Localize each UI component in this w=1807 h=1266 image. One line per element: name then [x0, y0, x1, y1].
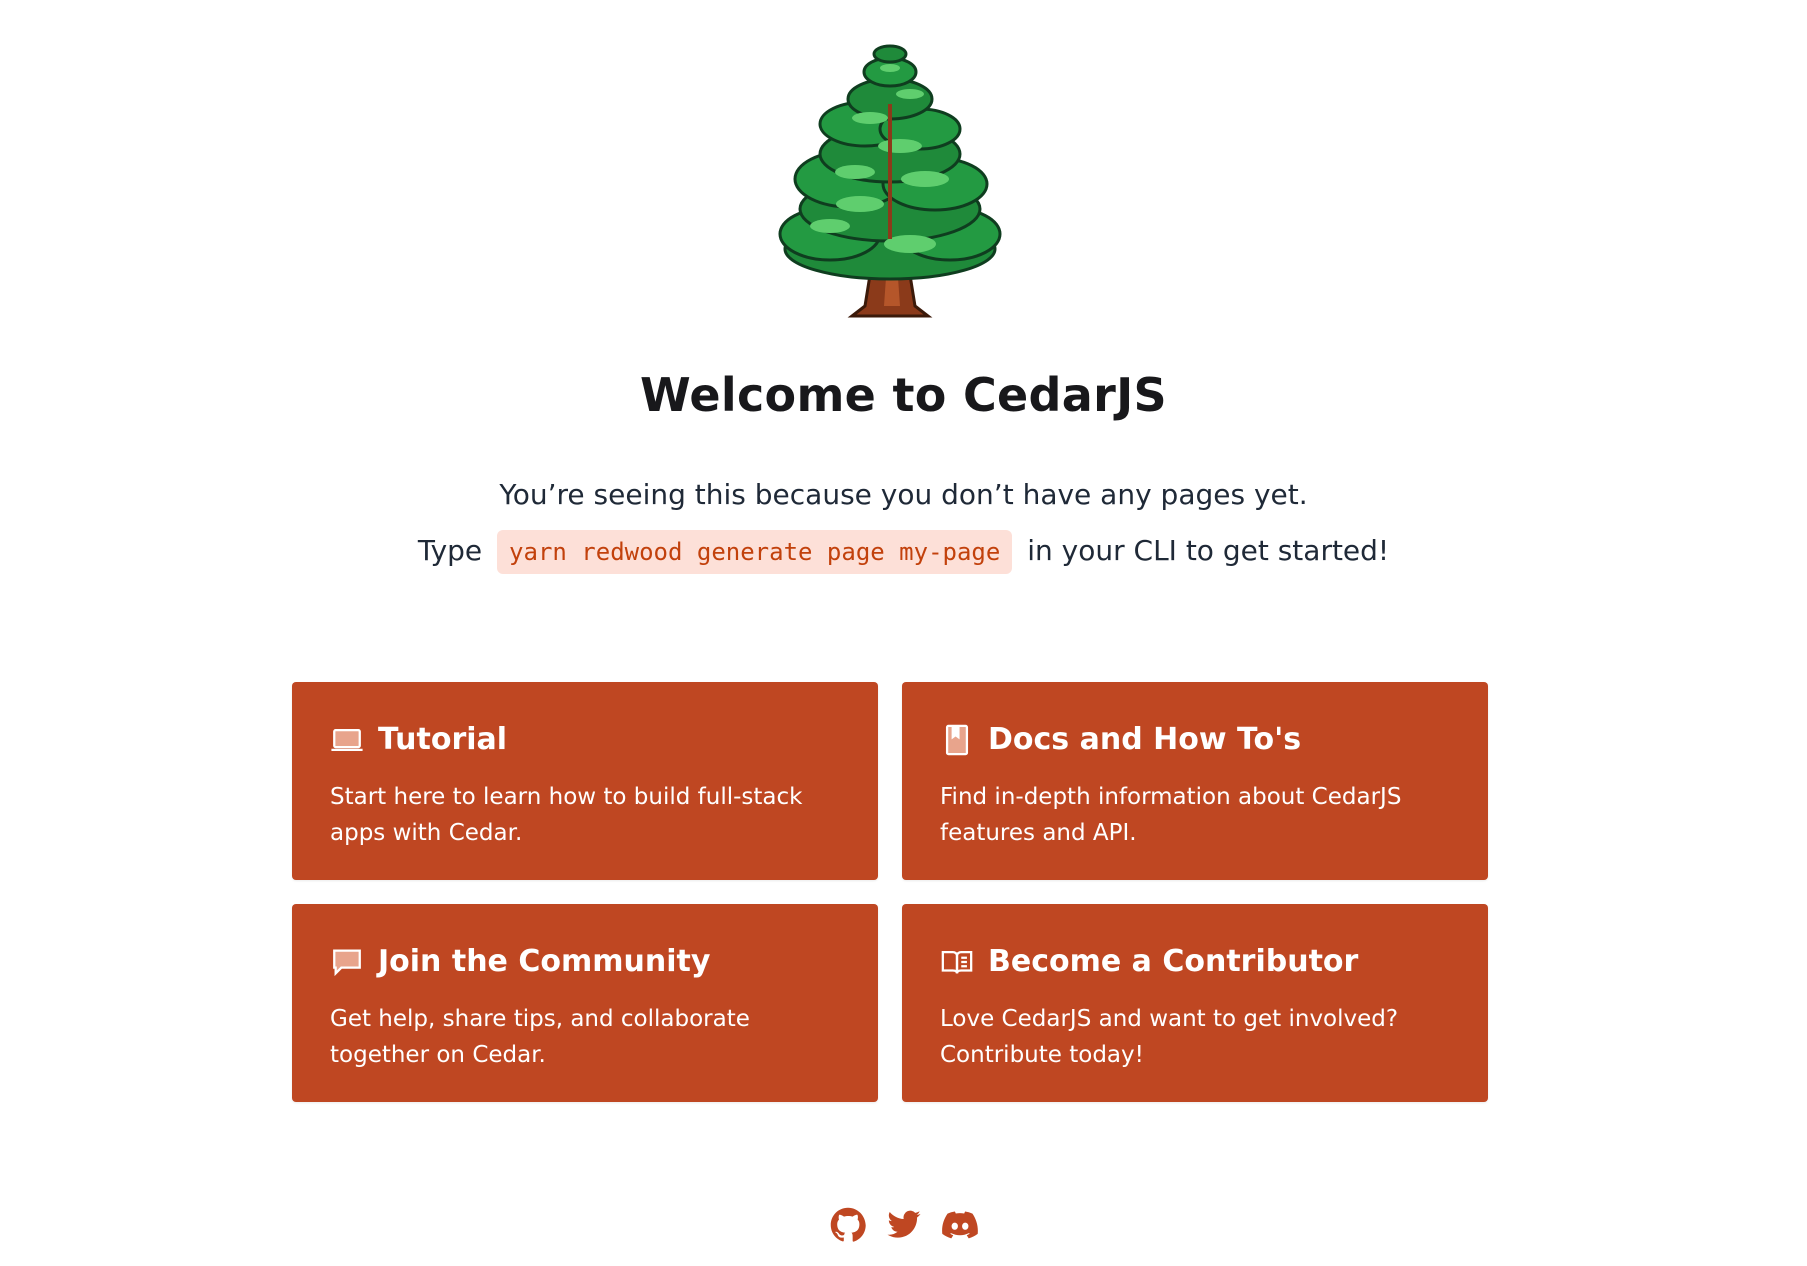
contributor-card[interactable]: Become a Contributor Love CedarJS and wa… [902, 904, 1488, 1102]
card-description: Love CedarJS and want to get involved? C… [940, 1006, 1399, 1068]
github-icon [830, 1207, 866, 1242]
card-description: Get help, share tips, and collaborate to… [330, 1006, 750, 1068]
discord-link[interactable] [941, 1206, 979, 1244]
social-links [0, 1206, 1807, 1244]
bookmark-book-icon [940, 723, 974, 757]
cedar-tree-icon [760, 44, 1020, 324]
generate-command: yarn redwood generate page my-page [497, 530, 1013, 574]
twitter-link[interactable] [885, 1206, 923, 1244]
community-card[interactable]: Join the Community Get help, share tips,… [292, 904, 878, 1102]
instruction-prefix: Type [417, 534, 483, 567]
card-description: Find in-depth information about CedarJS … [940, 784, 1402, 846]
card-title: Tutorial [378, 722, 508, 757]
github-link[interactable] [829, 1206, 867, 1244]
welcome-page: Welcome to CedarJS You’re seeing this be… [0, 0, 1807, 1266]
card-title: Join the Community [378, 944, 711, 979]
open-book-icon [940, 945, 974, 979]
card-description: Start here to learn how to build full-st… [330, 784, 803, 846]
twitter-icon [887, 1210, 920, 1238]
card-title: Docs and How To's [988, 722, 1302, 757]
discord-icon [941, 1211, 978, 1239]
tutorial-card[interactable]: Tutorial Start here to learn how to buil… [292, 682, 878, 880]
docs-card[interactable]: Docs and How To's Find in-depth informat… [902, 682, 1488, 880]
instruction-suffix: in your CLI to get started! [1027, 534, 1390, 567]
laptop-icon [330, 723, 364, 757]
page-title: Welcome to CedarJS [640, 368, 1167, 422]
card-title: Become a Contributor [988, 944, 1359, 979]
cli-instruction: Type yarn redwood generate page my-page … [0, 530, 1807, 574]
intro-text: You’re seeing this because you don’t hav… [499, 478, 1308, 511]
chat-bubble-icon [330, 945, 364, 979]
resource-cards: Tutorial Start here to learn how to buil… [292, 682, 1488, 1102]
